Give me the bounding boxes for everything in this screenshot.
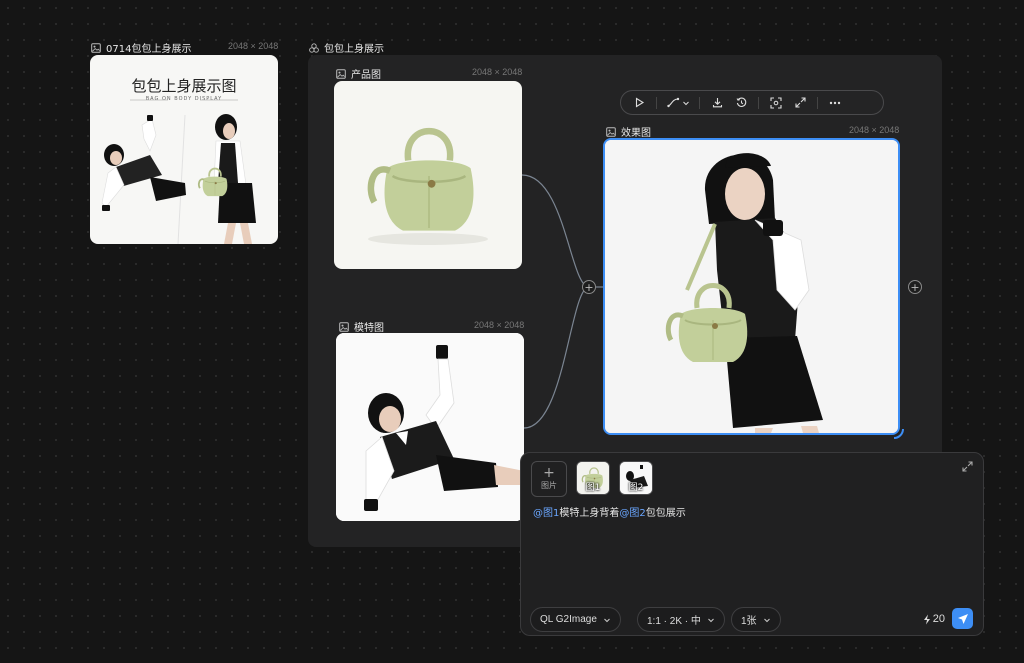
result-node-title: 效果图 [621, 128, 651, 139]
focus-button[interactable] [764, 91, 788, 114]
chevron-down-icon [708, 618, 714, 622]
node-toolbar [620, 90, 884, 115]
send-icon [957, 613, 968, 624]
ratio-quality-select[interactable]: 1:1 · 2K · 中 [637, 607, 725, 632]
result-image-card[interactable] [603, 138, 900, 435]
standalone-node-size: 2048 × 2048 [228, 41, 279, 51]
mention-image-2[interactable]: @图2 [619, 508, 645, 519]
history-button[interactable] [729, 91, 753, 114]
model-node-title: 模特图 [354, 323, 384, 334]
history-icon [736, 97, 746, 107]
group-icon [309, 42, 319, 53]
download-button[interactable] [705, 91, 729, 114]
credits-value: 20 [932, 613, 945, 625]
image-icon [606, 127, 616, 137]
toolbar-divider [817, 96, 818, 109]
curve-icon [666, 97, 679, 108]
image-icon [336, 69, 346, 79]
standalone-node-title: 0714包包上身展示 [106, 44, 192, 55]
add-output-plus-icon[interactable]: + [908, 280, 922, 294]
play-icon [635, 97, 644, 108]
expand-icon [794, 97, 806, 108]
result-node-size: 2048 × 2048 [849, 125, 900, 135]
result-model-illustration [605, 140, 898, 433]
focus-icon [770, 96, 782, 109]
thumb-1-label: 图1 [585, 483, 601, 493]
reference-thumb-2[interactable]: 图2 [619, 461, 653, 495]
product-node-header[interactable]: 产品图 [336, 66, 381, 81]
count-select-value: 1张 [741, 616, 757, 627]
chevron-down-icon [763, 618, 770, 622]
model-node-header[interactable]: 模特图 [339, 319, 384, 334]
prompt-text-part-2: 包包展示 [645, 508, 686, 519]
product-image-card[interactable] [334, 81, 522, 269]
product-node-title: 产品图 [351, 70, 381, 81]
download-icon [712, 98, 722, 108]
model-pose-illustration [336, 333, 524, 521]
model-node-size: 2048 × 2048 [474, 320, 525, 330]
thumb-2-label: 图2 [628, 483, 644, 493]
bag-product-illustration [334, 81, 488, 245]
prompt-text-area[interactable]: @图1模特上身背着@图2包包展示 [533, 504, 686, 519]
lightning-icon [923, 614, 930, 624]
add-image-button[interactable]: + 图片 [531, 461, 567, 497]
fullscreen-icon[interactable] [962, 461, 973, 472]
more-icon [829, 101, 841, 104]
plus-icon: + [543, 465, 555, 481]
product-node-size: 2048 × 2048 [472, 67, 523, 77]
toolbar-divider [699, 96, 700, 109]
prompt-text-part-1: 模特上身背着 [559, 508, 620, 519]
add-input-plus-icon[interactable]: + [582, 280, 596, 294]
image-count-select[interactable]: 1张 [731, 607, 781, 632]
toolbar-divider [758, 96, 759, 109]
poster-image-card[interactable]: 包包上身展示图 BAG ON BODY DISPLAY [90, 55, 278, 244]
image-icon [91, 43, 101, 53]
chevron-down-icon [682, 101, 689, 105]
model-select-value: QL G2Image [540, 614, 597, 625]
add-image-label: 图片 [541, 481, 557, 490]
connection-style-dropdown[interactable] [662, 91, 694, 114]
credits-cost: 20 [923, 613, 945, 625]
group-title: 包包上身展示 [324, 44, 384, 55]
result-node-header[interactable]: 效果图 [606, 124, 651, 139]
poster-models-illustration [101, 99, 256, 244]
mention-image-1[interactable]: @图1 [533, 508, 559, 519]
ratio-select-value: 1:1 · 2K · 中 [647, 616, 701, 627]
prompt-panel: + 图片 图1 图2 @图1模特上身背着@图2包包展示 QL G2Image 1… [520, 452, 984, 636]
toolbar-divider [656, 96, 657, 109]
more-button[interactable] [823, 91, 847, 114]
expand-button[interactable] [788, 91, 812, 114]
model-select[interactable]: QL G2Image [530, 607, 621, 632]
send-button[interactable] [952, 608, 973, 629]
chevron-down-icon [604, 618, 610, 622]
standalone-node-header[interactable]: 0714包包上身展示 [91, 40, 191, 55]
model-image-card[interactable] [336, 333, 524, 521]
image-icon [339, 322, 349, 332]
reference-thumb-1[interactable]: 图1 [576, 461, 610, 495]
resize-handle-icon[interactable] [893, 428, 905, 440]
group-header[interactable]: 包包上身展示 [309, 40, 384, 55]
run-button[interactable] [627, 91, 651, 114]
